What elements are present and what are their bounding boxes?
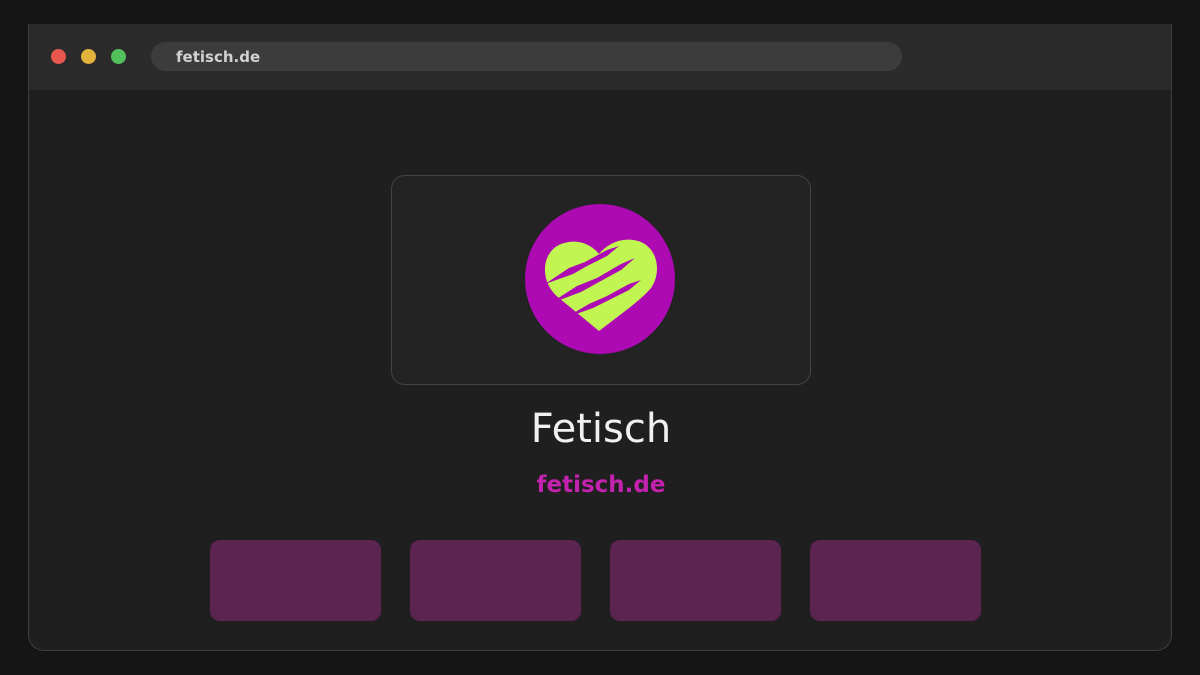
- browser-window: fetisch.de Fetisch fetisch.de: [28, 24, 1172, 651]
- address-url: fetisch.de: [176, 48, 261, 66]
- site-domain-link[interactable]: fetisch.de: [29, 470, 1171, 500]
- address-bar[interactable]: fetisch.de: [151, 42, 902, 71]
- tile-3[interactable]: [610, 540, 781, 621]
- clawed-heart-icon: [525, 204, 675, 354]
- site-name: Fetisch: [530, 406, 672, 452]
- minimize-window-button[interactable]: [81, 49, 96, 64]
- browser-titlebar: fetisch.de: [29, 24, 1171, 90]
- tile-2[interactable]: [410, 540, 581, 621]
- maximize-window-button[interactable]: [111, 49, 126, 64]
- tile-4[interactable]: [810, 540, 981, 621]
- logo-card: [391, 175, 811, 385]
- close-window-button[interactable]: [51, 49, 66, 64]
- tile-1[interactable]: [210, 540, 381, 621]
